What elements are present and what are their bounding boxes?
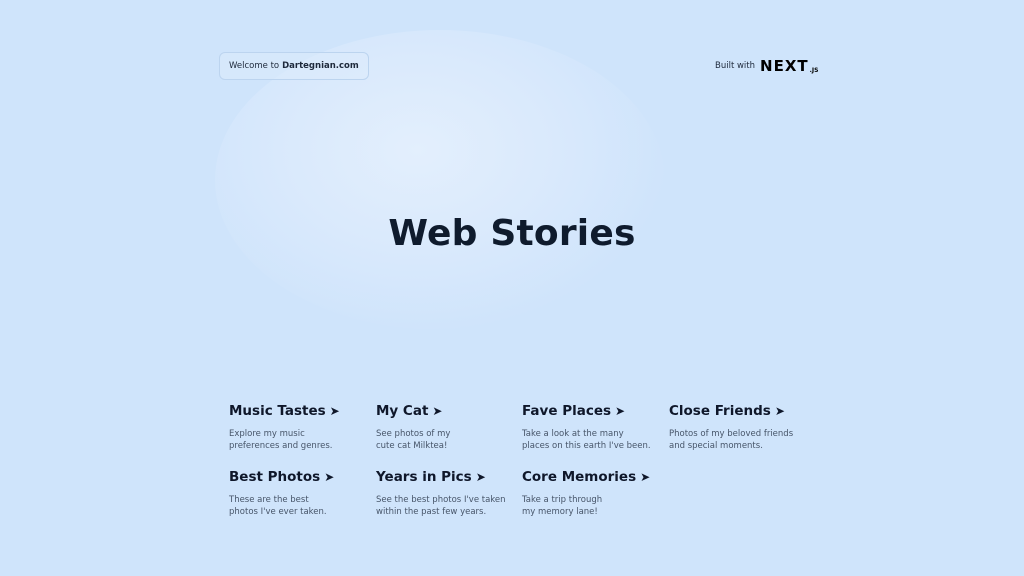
built-with-link[interactable]: Built with NEXT .JS xyxy=(715,57,818,75)
arrow-right-icon: ➤ xyxy=(324,470,335,484)
story-card-core-memories[interactable]: Core Memories ➤ Take a trip through my mem… xyxy=(522,468,657,518)
arrow-right-icon: ➤ xyxy=(432,404,443,418)
story-description: Photos of my beloved friends and special … xyxy=(669,429,794,451)
story-description: These are the best photos I've ever taken… xyxy=(229,495,327,517)
story-description: Take a look at the many places on this ea… xyxy=(522,429,651,451)
story-description: See photos of my cute cat Milktea! xyxy=(376,429,451,451)
story-title: Years in Pics ➤ xyxy=(376,469,486,485)
arrow-right-icon: ➤ xyxy=(329,404,340,418)
story-card-fave-places[interactable]: Fave Places ➤ Take a look at the many plac… xyxy=(522,402,657,452)
story-title: Best Photos ➤ xyxy=(229,469,335,485)
arrow-right-icon: ➤ xyxy=(615,404,626,418)
nextjs-logo-main: NEXT xyxy=(760,56,809,75)
story-title: Fave Places ➤ xyxy=(522,403,626,419)
story-card-best-photos[interactable]: Best Photos ➤ These are the best photos I'… xyxy=(229,468,364,518)
built-with-label: Built with xyxy=(715,61,756,71)
story-title: Core Memories ➤ xyxy=(522,469,651,485)
welcome-badge[interactable]: Welcome to Dartegnian.com xyxy=(219,52,369,80)
arrow-right-icon: ➤ xyxy=(475,470,486,484)
story-card-years-in-pics[interactable]: Years in Pics ➤ See the best photos I've … xyxy=(376,468,511,518)
story-description: Take a trip through my memory lane! xyxy=(522,495,603,517)
story-card-close-friends[interactable]: Close Friends ➤ Photos of my beloved frie… xyxy=(669,402,804,452)
nextjs-logo: NEXT .JS xyxy=(760,56,819,75)
story-title: My Cat ➤ xyxy=(376,403,443,419)
welcome-site-name: Dartegnian.com xyxy=(282,61,359,71)
arrow-right-icon: ➤ xyxy=(640,470,651,484)
welcome-prefix: Welcome to xyxy=(229,61,280,71)
story-title: Music Tastes ➤ xyxy=(229,403,340,419)
story-description: See the best photos I've taken within the… xyxy=(376,495,506,517)
story-card-music-tastes[interactable]: Music Tastes ➤ Explore my music preference… xyxy=(229,402,364,452)
story-card-my-cat[interactable]: My Cat ➤ See photos of my cute cat Milktea… xyxy=(376,402,511,452)
story-title: Close Friends ➤ xyxy=(669,403,785,419)
arrow-right-icon: ➤ xyxy=(774,404,785,418)
page-title: Web Stories xyxy=(388,213,636,254)
nextjs-logo-suffix: .JS xyxy=(809,66,819,74)
story-description: Explore my music preferences and genres. xyxy=(229,429,333,451)
